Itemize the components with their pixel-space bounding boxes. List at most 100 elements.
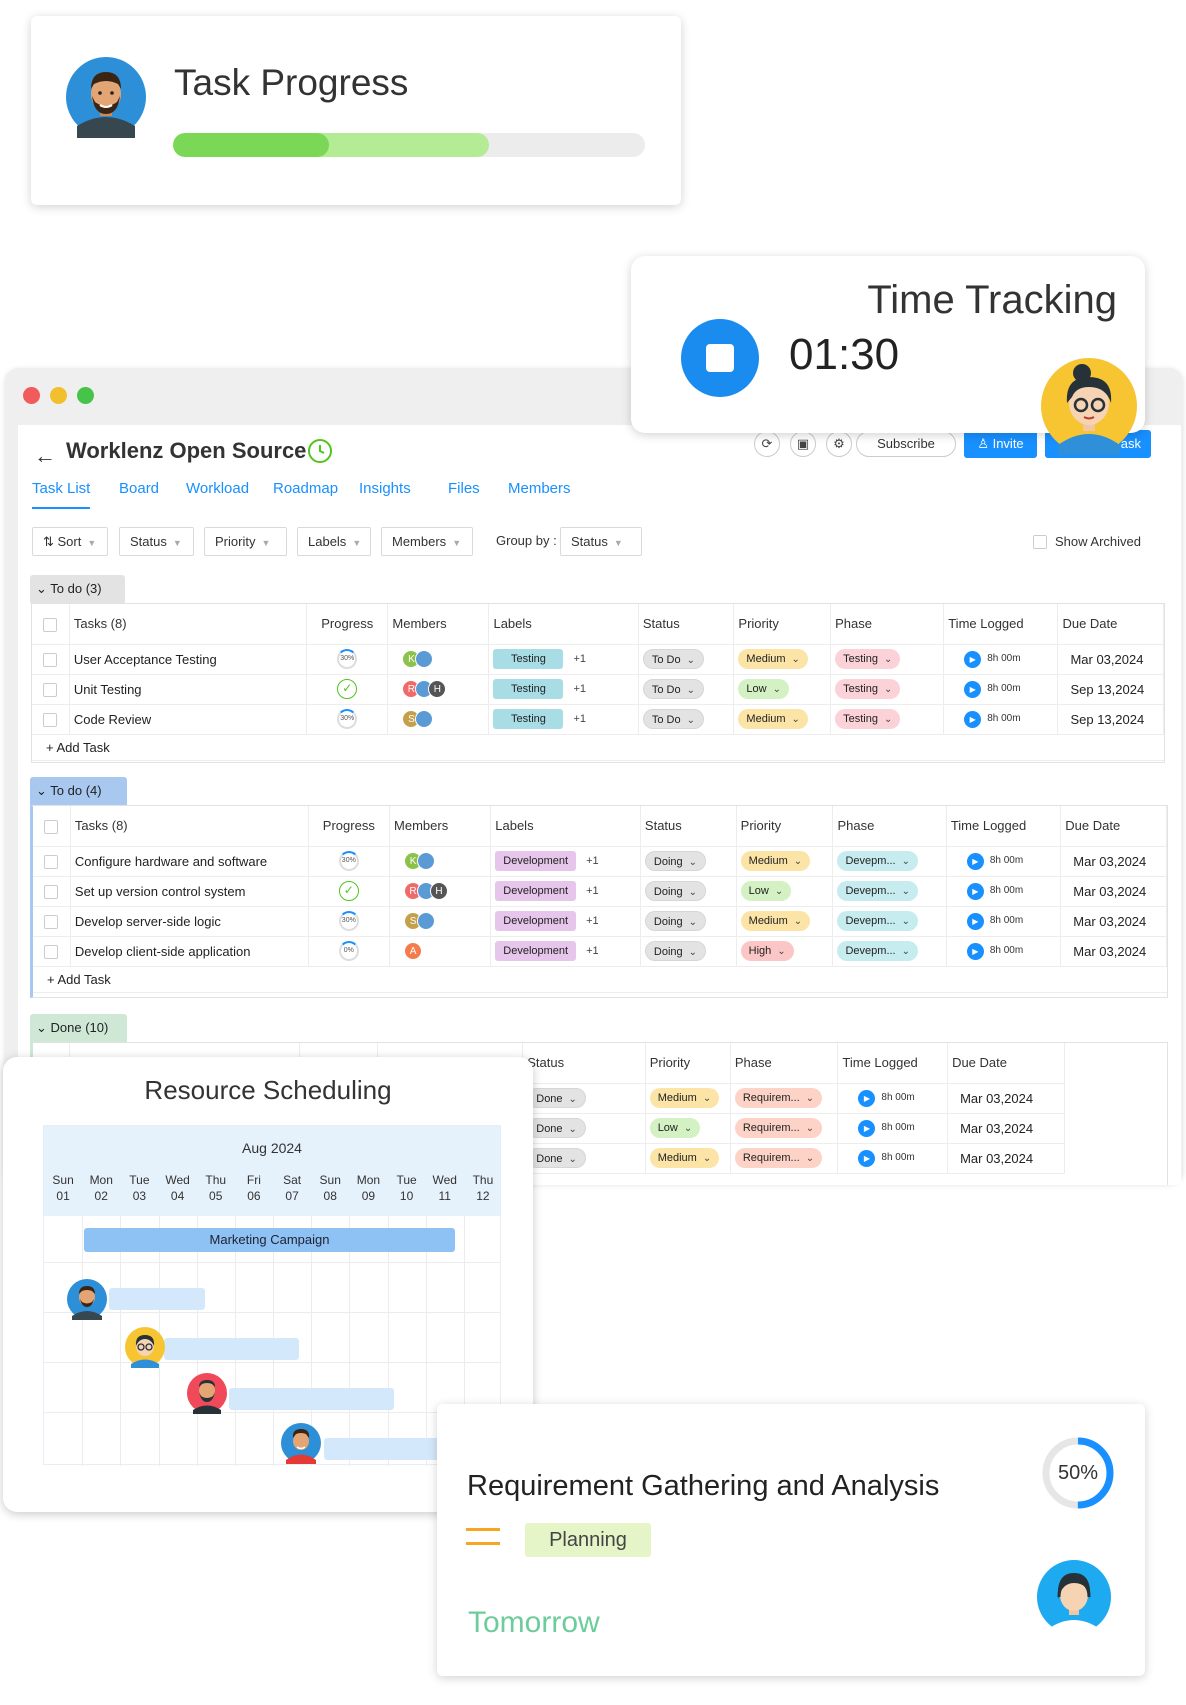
task-name[interactable]: User Acceptance Testing bbox=[69, 644, 308, 675]
add-task-link[interactable]: + Add Task bbox=[33, 966, 1167, 993]
priority-dropdown[interactable]: Low ⌄ bbox=[649, 1118, 701, 1138]
status-dropdown[interactable]: Doing ⌄ bbox=[644, 851, 707, 871]
task-name[interactable]: Unit Testing bbox=[69, 674, 308, 705]
schedule-bar[interactable] bbox=[164, 1338, 299, 1360]
stop-timer-button[interactable] bbox=[681, 319, 759, 397]
task-name[interactable]: Code Review bbox=[69, 704, 308, 735]
due-date-cell[interactable]: Sep 13,2024 bbox=[1057, 704, 1164, 735]
play-icon[interactable]: ▶ bbox=[966, 852, 984, 870]
due-date-cell[interactable]: Mar 03,2024 bbox=[947, 1083, 1066, 1114]
more-labels[interactable]: +1 bbox=[573, 653, 586, 665]
table-row[interactable]: Develop server-side logic 30% S Development… bbox=[33, 906, 1167, 937]
group-header-done[interactable]: ⌄ Done (10) bbox=[30, 1014, 127, 1042]
priority-dropdown[interactable]: Low ⌄ bbox=[740, 881, 792, 901]
priority-filter[interactable]: Priority ▼ bbox=[204, 527, 287, 556]
row-checkbox[interactable] bbox=[43, 682, 58, 697]
more-labels[interactable]: +1 bbox=[586, 885, 599, 897]
due-date-cell[interactable]: Mar 03,2024 bbox=[1060, 906, 1167, 937]
tab-roadmap[interactable]: Roadmap bbox=[273, 480, 338, 497]
status-dropdown[interactable]: To Do ⌄ bbox=[642, 649, 704, 669]
phase-dropdown[interactable]: Requirem... ⌄ bbox=[734, 1148, 823, 1168]
sort-dropdown[interactable]: ⇅ Sort ▼ bbox=[32, 527, 108, 556]
task-name[interactable]: Develop client-side application bbox=[70, 936, 309, 967]
settings-gear-icon[interactable]: ⚙ bbox=[826, 431, 852, 457]
row-checkbox[interactable] bbox=[44, 914, 59, 929]
due-date-cell[interactable]: Mar 03,2024 bbox=[1057, 644, 1164, 675]
select-all-checkbox[interactable] bbox=[43, 617, 58, 632]
phase-dropdown[interactable]: Testing ⌄ bbox=[835, 679, 901, 699]
status-dropdown[interactable]: Doing ⌄ bbox=[644, 911, 707, 931]
priority-dropdown[interactable]: Medium ⌄ bbox=[740, 851, 811, 871]
member-avatar[interactable]: H bbox=[428, 680, 447, 698]
play-icon[interactable]: ▶ bbox=[964, 710, 982, 728]
row-checkbox[interactable] bbox=[44, 884, 59, 899]
priority-dropdown[interactable]: Medium ⌄ bbox=[649, 1148, 720, 1168]
members-filter[interactable]: Members ▼ bbox=[381, 527, 473, 556]
refresh-icon[interactable]: ⟳ bbox=[754, 431, 780, 457]
back-arrow-icon[interactable]: ← bbox=[34, 443, 56, 469]
tab-board[interactable]: Board bbox=[119, 480, 159, 497]
label-tag[interactable]: Development bbox=[495, 881, 577, 901]
status-dropdown[interactable]: Doing ⌄ bbox=[644, 941, 707, 961]
due-date-cell[interactable]: Sep 13,2024 bbox=[1057, 674, 1164, 705]
more-labels[interactable]: +1 bbox=[586, 855, 599, 867]
due-date-cell[interactable]: Mar 03,2024 bbox=[947, 1143, 1066, 1174]
member-avatar[interactable]: A bbox=[404, 942, 423, 960]
labels-filter[interactable]: Labels ▼ bbox=[297, 527, 371, 556]
play-icon[interactable]: ▶ bbox=[858, 1149, 876, 1167]
play-icon[interactable]: ▶ bbox=[966, 882, 984, 900]
select-all-checkbox[interactable] bbox=[44, 819, 59, 834]
label-tag[interactable]: Development bbox=[495, 941, 577, 961]
save-icon[interactable]: ▣ bbox=[790, 431, 816, 457]
more-labels[interactable]: +1 bbox=[586, 945, 599, 957]
more-labels[interactable]: +1 bbox=[586, 915, 599, 927]
member-avatar[interactable]: H bbox=[430, 882, 449, 900]
subscribe-button[interactable]: Subscribe bbox=[856, 431, 956, 457]
requirement-task-card[interactable]: Requirement Gathering and Analysis 50% P… bbox=[437, 1404, 1145, 1676]
status-dropdown[interactable]: Done ⌄ bbox=[527, 1148, 586, 1168]
play-icon[interactable]: ▶ bbox=[966, 942, 984, 960]
label-tag[interactable]: Development bbox=[495, 911, 577, 931]
status-filter[interactable]: Status ▼ bbox=[119, 527, 194, 556]
priority-dropdown[interactable]: Low ⌄ bbox=[738, 679, 789, 699]
tab-task-list[interactable]: Task List bbox=[32, 480, 90, 497]
table-row[interactable]: Configure hardware and software 30% K Devel… bbox=[33, 846, 1167, 877]
task-name[interactable]: Set up version control system bbox=[70, 876, 309, 907]
due-date-cell[interactable]: Mar 03,2024 bbox=[1060, 876, 1167, 907]
group-header-doing[interactable]: ⌄ To do (4) bbox=[30, 777, 127, 805]
group-header-todo[interactable]: ⌄ To do (3) bbox=[30, 575, 125, 603]
member-avatar[interactable] bbox=[415, 650, 434, 668]
tab-insights[interactable]: Insights bbox=[359, 480, 411, 497]
phase-dropdown[interactable]: Devepm... ⌄ bbox=[837, 881, 919, 901]
row-checkbox[interactable] bbox=[44, 854, 59, 869]
phase-dropdown[interactable]: Devepm... ⌄ bbox=[837, 941, 919, 961]
member-avatar[interactable] bbox=[415, 710, 434, 728]
due-date-cell[interactable]: Mar 03,2024 bbox=[947, 1113, 1066, 1144]
phase-dropdown[interactable]: Testing ⌄ bbox=[835, 709, 901, 729]
tab-members[interactable]: Members bbox=[508, 480, 571, 497]
table-row[interactable]: User Acceptance Testing 30% K Testing +1 To D… bbox=[32, 644, 1164, 675]
status-dropdown[interactable]: Done ⌄ bbox=[527, 1118, 586, 1138]
show-archived-checkbox[interactable] bbox=[1033, 535, 1047, 549]
row-checkbox[interactable] bbox=[44, 944, 59, 959]
member-avatar[interactable] bbox=[417, 852, 436, 870]
row-checkbox[interactable] bbox=[43, 652, 58, 667]
phase-dropdown[interactable]: Devepm... ⌄ bbox=[837, 911, 919, 931]
add-task-link[interactable]: + Add Task bbox=[32, 734, 1164, 761]
table-row[interactable]: Set up version control system ✓ R H Developm… bbox=[33, 876, 1167, 907]
table-row[interactable]: Code Review 30% S Testing +1 To Do ⌄ Medium ⌄ Tes… bbox=[32, 704, 1164, 735]
play-icon[interactable]: ▶ bbox=[964, 650, 982, 668]
label-tag[interactable]: Testing bbox=[493, 679, 564, 699]
phase-dropdown[interactable]: Requirem... ⌄ bbox=[734, 1118, 823, 1138]
task-name[interactable]: Develop server-side logic bbox=[70, 906, 309, 937]
phase-dropdown[interactable]: Requirem... ⌄ bbox=[734, 1088, 823, 1108]
label-tag[interactable]: Testing bbox=[493, 649, 564, 669]
priority-dropdown[interactable]: Medium ⌄ bbox=[740, 911, 811, 931]
tab-files[interactable]: Files bbox=[448, 480, 480, 497]
play-icon[interactable]: ▶ bbox=[858, 1089, 876, 1107]
phase-dropdown[interactable]: Testing ⌄ bbox=[835, 649, 901, 669]
status-dropdown[interactable]: To Do ⌄ bbox=[642, 679, 704, 699]
schedule-bar[interactable] bbox=[229, 1388, 394, 1410]
close-window-icon[interactable] bbox=[23, 387, 40, 404]
more-labels[interactable]: +1 bbox=[573, 713, 586, 725]
